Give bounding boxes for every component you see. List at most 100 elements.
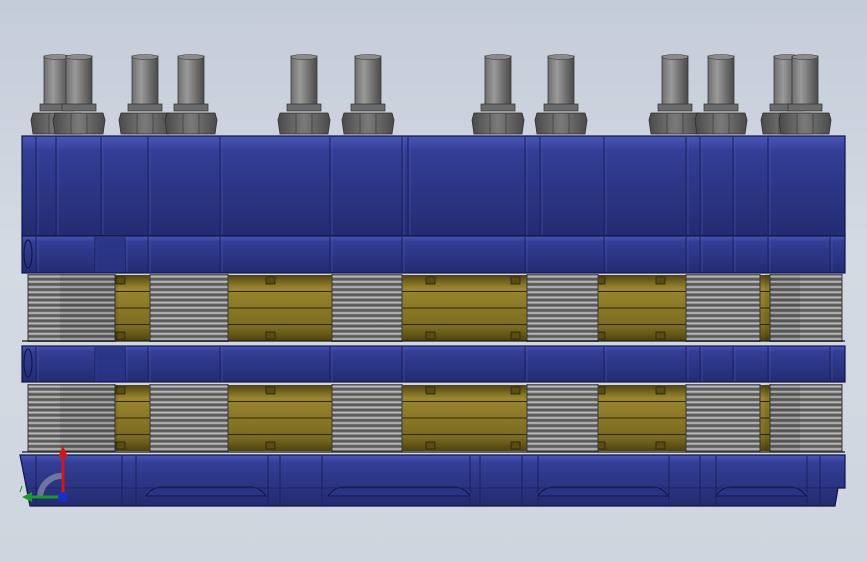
bolt-stud	[707, 55, 735, 109]
bolt-stud	[131, 55, 159, 109]
washer	[787, 103, 823, 112]
spring-coil	[527, 385, 598, 389]
spring-coil	[150, 311, 228, 315]
spring-coil	[332, 316, 402, 320]
spring-lower-2	[149, 384, 229, 452]
bolt-stud	[661, 55, 689, 109]
spring-coil	[332, 447, 402, 451]
spring-coil	[527, 301, 598, 305]
spring-coil	[686, 306, 760, 310]
spring-coil	[686, 416, 760, 420]
spring-coil	[686, 447, 760, 451]
spring-coil	[332, 416, 402, 420]
bolt-3	[118, 54, 172, 135]
cap-screw	[265, 386, 276, 395]
spring-coil	[527, 306, 598, 310]
cap-screw	[655, 276, 666, 285]
spring-coil	[527, 405, 598, 410]
spring-coil	[150, 390, 228, 394]
spring-coil	[686, 327, 760, 331]
spring-coil	[527, 447, 598, 451]
cad-viewport[interactable]	[0, 0, 867, 562]
spring-coil	[527, 437, 598, 441]
bolt-stud	[484, 55, 512, 109]
spring-coil	[527, 327, 598, 331]
bolt-stud	[290, 55, 318, 109]
spring-coil	[527, 311, 598, 315]
cap-screw	[265, 441, 276, 450]
washer	[61, 103, 97, 112]
bolt-9	[648, 54, 702, 135]
spring-coil	[332, 321, 402, 326]
spring-coil	[332, 385, 402, 389]
spring-coil	[332, 395, 402, 399]
spring-coil	[686, 411, 760, 415]
spring-coil	[150, 437, 228, 441]
spring-coil	[527, 295, 598, 300]
clamp-plate-2	[21, 345, 846, 383]
cap-screw	[655, 386, 666, 395]
hex-nut	[648, 112, 702, 135]
spring-coil	[332, 421, 402, 425]
spring-coil	[686, 285, 760, 289]
spring-coil	[150, 405, 228, 410]
cap-screw	[655, 441, 666, 450]
spring-coil	[150, 395, 228, 399]
spring-stack-assembly-model[interactable]	[0, 0, 867, 562]
bolt-stud	[354, 55, 382, 109]
cap-screw	[425, 331, 436, 340]
spring-coil	[527, 395, 598, 399]
washer	[657, 103, 693, 112]
bolt-stud	[791, 55, 819, 109]
spring-coil	[686, 280, 760, 284]
base-plate	[19, 454, 846, 507]
hex-nut	[471, 112, 525, 135]
hex-nut	[778, 112, 832, 135]
spring-coil	[332, 285, 402, 289]
spring-coil	[527, 426, 598, 430]
spring-lower-5	[685, 384, 761, 452]
spring-coil	[150, 275, 228, 279]
spring-coil	[527, 285, 598, 289]
spring-coil	[686, 311, 760, 315]
spring-coil	[150, 321, 228, 326]
spring-coil	[527, 421, 598, 425]
spring-coil	[527, 316, 598, 320]
spring-coil	[527, 321, 598, 326]
bolt-7	[471, 54, 525, 135]
bolt-stud	[547, 55, 575, 109]
spring-coil	[527, 390, 598, 394]
spring-coil	[527, 290, 598, 294]
spring-coil	[686, 390, 760, 394]
spring-coil	[150, 447, 228, 451]
clamp-plate-1	[21, 235, 846, 274]
spring-coil	[686, 275, 760, 279]
spring-coil	[150, 416, 228, 420]
spring-coil	[527, 280, 598, 284]
spring-coil	[332, 442, 402, 446]
spring-coil	[527, 400, 598, 404]
hex-nut	[118, 112, 172, 135]
spring-coil	[686, 337, 760, 341]
washer	[480, 103, 516, 112]
spring-coil	[332, 332, 402, 336]
spring-coil	[527, 332, 598, 336]
cap-screw	[265, 331, 276, 340]
cap-screw	[510, 276, 521, 285]
z-axis-dot	[58, 492, 68, 502]
spring-coil	[332, 280, 402, 284]
hex-nut	[694, 112, 748, 135]
spring-coil	[686, 431, 760, 436]
spring-coil	[332, 390, 402, 394]
hex-nut	[534, 112, 588, 135]
cap-screw	[510, 331, 521, 340]
spring-coil	[686, 290, 760, 294]
hex-nut	[52, 112, 106, 135]
spring-coil	[332, 400, 402, 404]
spring-coil	[686, 395, 760, 399]
spring-coil	[150, 385, 228, 389]
spring-coil	[150, 332, 228, 336]
spring-coil	[686, 437, 760, 441]
bolt-10	[694, 54, 748, 135]
cap-screw	[510, 441, 521, 450]
